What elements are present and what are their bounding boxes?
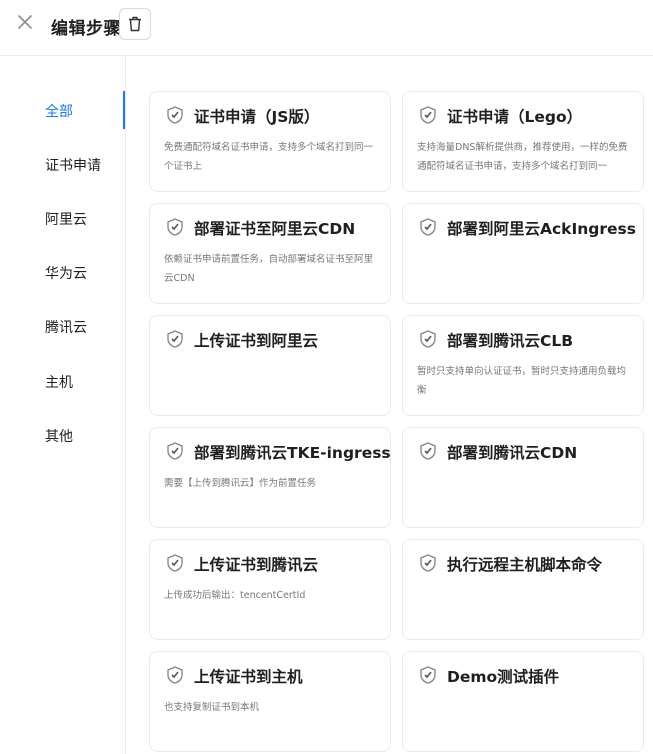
card-description: 依赖证书申请前置任务，自动部署域名证书至阿里云CDN xyxy=(164,254,374,284)
trash-icon xyxy=(129,16,141,32)
card-title: 部署到腾讯云CLB xyxy=(447,332,574,350)
sidebar-item-tencent[interactable]: 腾讯云 xyxy=(45,317,87,337)
card-description: 免费通配符域名证书申请，支持多个域名打到同一个证书上 xyxy=(164,142,374,172)
card-description: 上传成功后输出：tencentCertId xyxy=(164,590,306,601)
shield-badge-icon xyxy=(420,666,436,684)
shield-badge-icon xyxy=(167,218,183,236)
card-title: Demo测试插件 xyxy=(447,668,560,686)
plugin-card[interactable]: 证书申请（Lego） 支持海量DNS解析提供商，推荐使用，一样的免费通配符域名证… xyxy=(402,91,644,192)
card-title: 证书申请（JS版） xyxy=(194,108,320,126)
shield-badge-icon xyxy=(420,218,436,236)
plugin-card[interactable]: 部署到腾讯云CLB 暂时只支持单向认证证书，暂时只支持通用负载均衡 xyxy=(402,315,644,416)
card-title: 部署到阿里云AckIngress xyxy=(447,220,636,238)
shield-badge-icon xyxy=(167,666,183,684)
shield-badge-icon xyxy=(167,554,183,572)
card-description: 需要【上传到腾讯云】作为前置任务 xyxy=(164,478,317,489)
shield-badge-icon xyxy=(420,330,436,348)
drawer-header: 编辑步骤 xyxy=(0,0,653,56)
shield-badge-icon xyxy=(420,442,436,460)
card-description: 支持海量DNS解析提供商，推荐使用，一样的免费通配符域名证书申请，支持多个域名打… xyxy=(417,142,628,172)
shield-badge-icon xyxy=(420,106,436,124)
card-title: 执行远程主机脚本命令 xyxy=(447,556,603,574)
plugin-card[interactable]: 证书申请（JS版） 免费通配符域名证书申请，支持多个域名打到同一个证书上 xyxy=(149,91,391,192)
shield-badge-icon xyxy=(420,554,436,572)
close-icon xyxy=(18,15,32,29)
plugin-card[interactable]: 部署到腾讯云CDN xyxy=(402,427,644,528)
category-sidebar: 全部 证书申请 阿里云 华为云 腾讯云 主机 其他 xyxy=(0,56,126,754)
plugin-card[interactable]: 部署证书至阿里云CDN 依赖证书申请前置任务，自动部署域名证书至阿里云CDN xyxy=(149,203,391,304)
plugin-card[interactable]: 执行远程主机脚本命令 xyxy=(402,539,644,640)
plugin-card[interactable]: 上传证书到主机 也支持复制证书到本机 xyxy=(149,651,391,752)
sidebar-item-huawei[interactable]: 华为云 xyxy=(45,263,87,283)
sidebar-item-host[interactable]: 主机 xyxy=(45,372,73,392)
sidebar-item-all[interactable]: 全部 xyxy=(45,101,73,121)
shield-badge-icon xyxy=(167,442,183,460)
shield-badge-icon xyxy=(167,106,183,124)
card-title: 证书申请（Lego） xyxy=(447,108,583,126)
card-title: 上传证书到腾讯云 xyxy=(194,556,319,574)
card-title: 部署到腾讯云TKE-ingress xyxy=(194,444,391,462)
sidebar-item-other[interactable]: 其他 xyxy=(45,426,73,446)
card-title: 上传证书到阿里云 xyxy=(194,332,319,350)
card-title: 部署证书至阿里云CDN xyxy=(194,220,356,238)
plugin-card[interactable]: 上传证书到阿里云 xyxy=(149,315,391,416)
shield-badge-icon xyxy=(167,330,183,348)
delete-step-button[interactable] xyxy=(119,8,151,40)
plugin-card[interactable]: 部署到腾讯云TKE-ingress 需要【上传到腾讯云】作为前置任务 xyxy=(149,427,391,528)
sidebar-item-aliyun[interactable]: 阿里云 xyxy=(45,209,87,229)
active-indicator xyxy=(123,91,125,129)
page-title: 编辑步骤 xyxy=(51,19,121,39)
card-title: 上传证书到主机 xyxy=(194,668,303,686)
card-description: 暂时只支持单向认证证书，暂时只支持通用负载均衡 xyxy=(417,366,627,396)
plugin-card[interactable]: 上传证书到腾讯云 上传成功后输出：tencentCertId xyxy=(149,539,391,640)
plugin-card[interactable]: Demo测试插件 xyxy=(402,651,644,752)
card-title: 部署到腾讯云CDN xyxy=(447,444,578,462)
plugin-card[interactable]: 部署到阿里云AckIngress xyxy=(402,203,644,304)
sidebar-item-cert-apply[interactable]: 证书申请 xyxy=(45,155,101,175)
card-description: 也支持复制证书到本机 xyxy=(164,702,260,713)
close-button[interactable] xyxy=(14,11,36,33)
